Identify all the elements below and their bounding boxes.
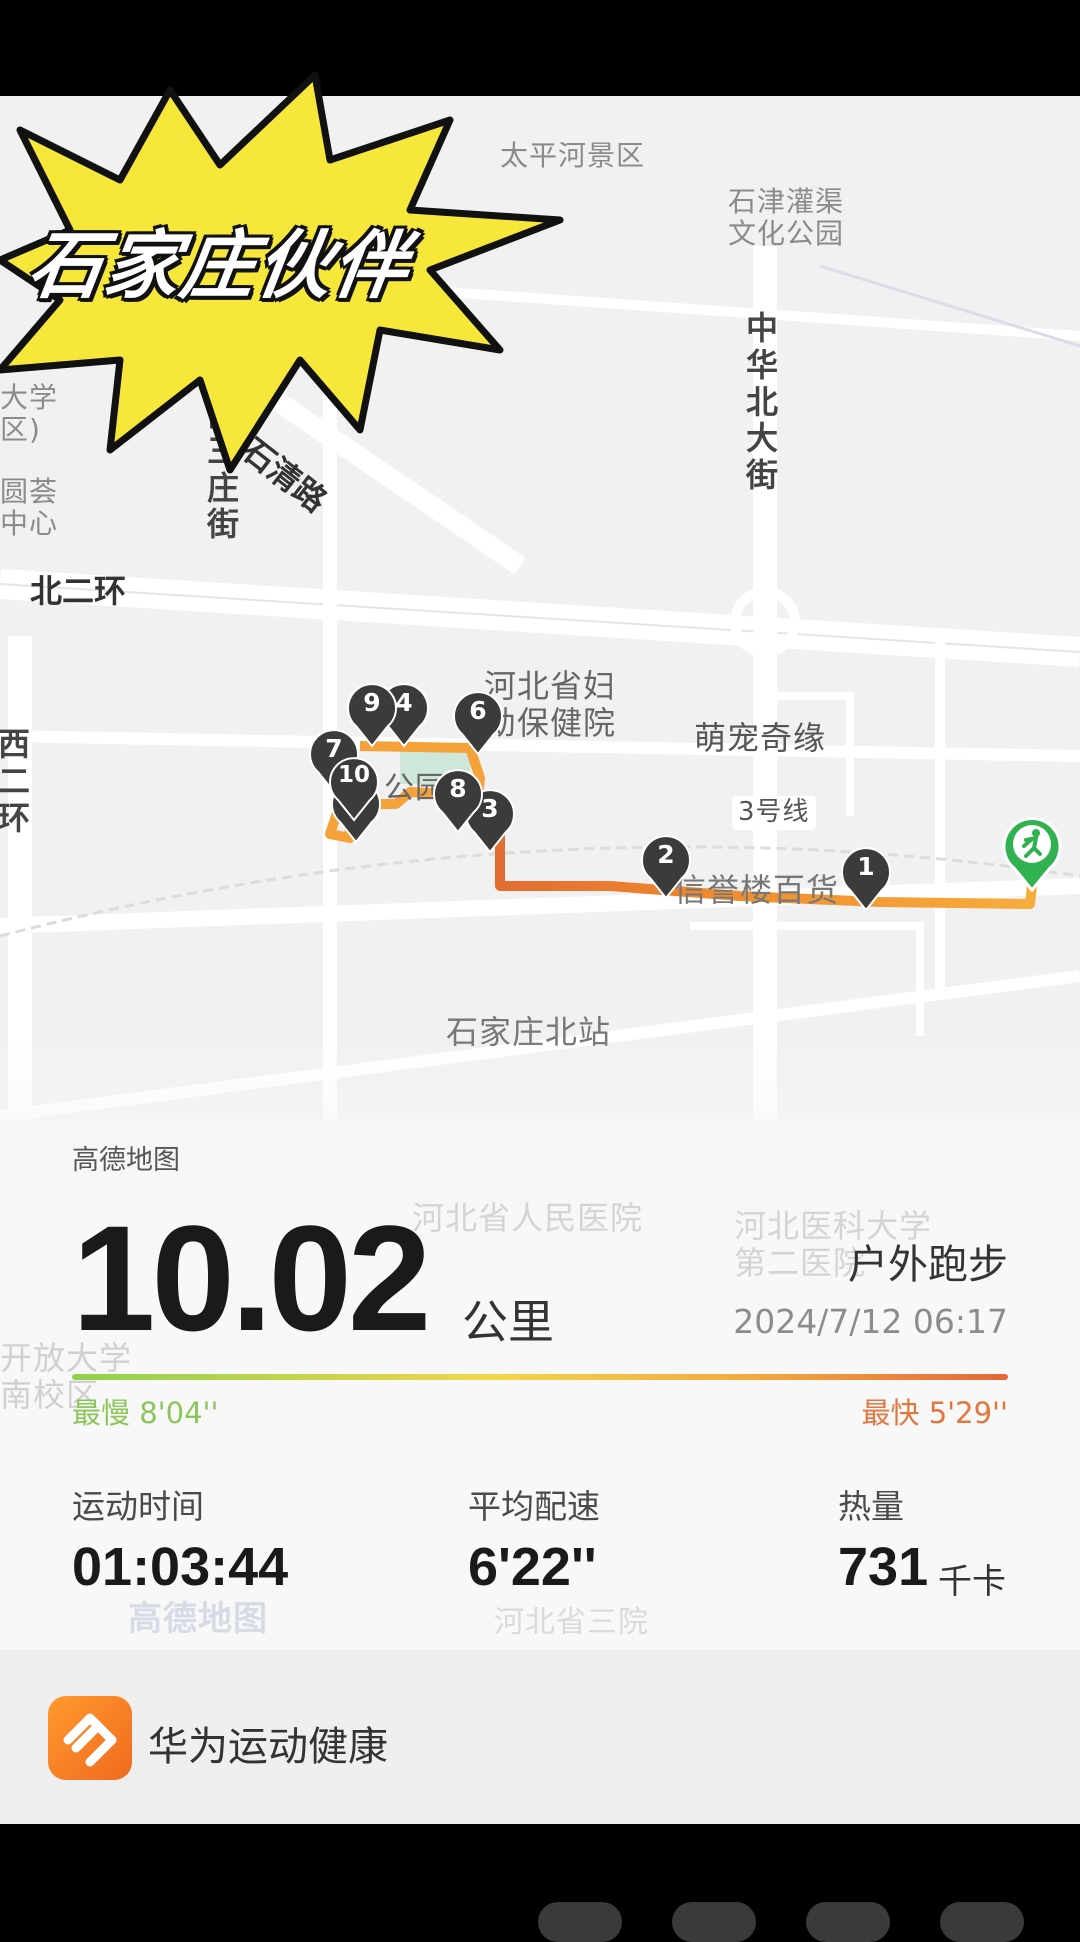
map-label-mengchong: 萌宠奇缘	[694, 719, 827, 757]
km-marker-label: 8	[449, 774, 467, 803]
stat-pace-label: 平均配速	[468, 1487, 600, 1526]
workout-type: 户外跑步	[848, 1242, 1008, 1288]
stat-calories-unit: 千卡	[938, 1562, 1006, 1602]
nav-button[interactable]	[940, 1902, 1024, 1942]
app-name: 华为运动健康	[148, 1724, 388, 1770]
map-label-xinyu: 信誉楼百货	[674, 871, 840, 909]
map-label-shijin-line2: 文化公园	[728, 217, 845, 251]
fastest-pace: 最快 5'29''	[861, 1396, 1009, 1430]
nav-button[interactable]	[538, 1902, 622, 1942]
stat-duration-value: 01:03:44	[72, 1537, 289, 1597]
slowest-pace: 最慢 8'04''	[72, 1396, 219, 1430]
stat-duration-label: 运动时间	[72, 1487, 204, 1526]
workout-datetime: 2024/7/12 06:17	[733, 1302, 1008, 1341]
map-label-sanyuan: 河北省三院	[494, 1605, 649, 1640]
overlay-title: 石家庄伙伴	[23, 223, 416, 309]
map-label-shijin-line1: 石津灌渠	[728, 185, 845, 218]
km-marker-label: 10	[337, 762, 370, 788]
distance-unit: 公里	[462, 1295, 554, 1349]
nav-button[interactable]	[806, 1902, 890, 1942]
bottom-bar	[0, 1824, 1080, 1920]
map-label-line3: 3号线	[732, 796, 816, 830]
km-marker[interactable]: 8	[432, 768, 484, 834]
km-marker[interactable]: 6	[452, 690, 504, 756]
km-marker[interactable]: 10	[328, 756, 380, 822]
map-label-renmin: 河北省人民医院	[412, 1199, 644, 1237]
map-label-xierhuan: 西二环	[0, 725, 30, 837]
km-marker[interactable]: 2	[640, 834, 692, 900]
km-marker-label: 2	[657, 840, 675, 869]
map-label-yuanhui-line2: 中心	[0, 507, 59, 541]
stat-pace-value: 6'22''	[468, 1537, 597, 1597]
stat-calories-label: 热量	[838, 1487, 904, 1526]
stat-calories-value: 731	[838, 1537, 929, 1597]
map-provider: 高德地图	[72, 1145, 180, 1176]
map-label-zhonghua: 中华北大街	[745, 309, 778, 495]
km-marker-label: 9	[363, 688, 381, 717]
map-label-beierhuan: 北二环	[30, 572, 127, 610]
nav-button[interactable]	[672, 1902, 756, 1942]
distance-value: 10.02	[72, 1194, 431, 1362]
km-marker[interactable]: 1	[840, 846, 892, 912]
km-marker-label: 6	[469, 696, 487, 725]
start-runner-icon[interactable]	[1002, 814, 1062, 892]
pace-gradient-bar	[72, 1374, 1008, 1380]
map-label-shijin: 石津灌渠 文化公园	[728, 185, 845, 251]
huawei-health-icon[interactable]	[48, 1696, 132, 1780]
km-marker[interactable]: 9	[346, 682, 398, 748]
km-marker-label: 1	[857, 852, 875, 881]
map-watermark: 高德地图	[128, 1599, 268, 1639]
